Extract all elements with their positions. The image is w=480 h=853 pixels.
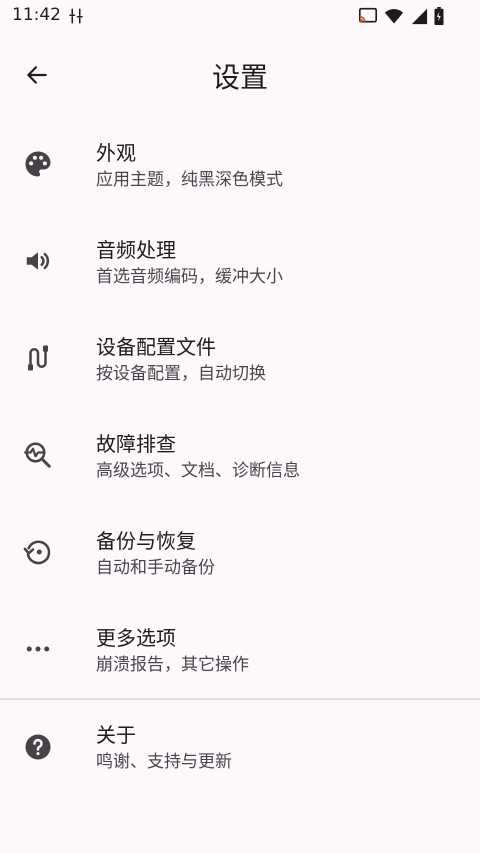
bottom-section: 关于 鸣谢、支持与更新 xyxy=(0,700,480,853)
item-title: 外观 xyxy=(96,141,136,165)
tune-icon xyxy=(67,7,85,25)
app-bar: 设置 xyxy=(0,40,480,112)
item-subtitle: 鸣谢、支持与更新 xyxy=(96,752,232,772)
palette-icon xyxy=(22,148,54,180)
device-profile-icon xyxy=(22,342,54,374)
item-title: 备份与恢复 xyxy=(96,529,196,553)
item-title: 关于 xyxy=(96,723,136,747)
item-title: 故障排查 xyxy=(96,432,176,456)
item-title: 音频处理 xyxy=(96,238,176,262)
settings-item-appearance[interactable]: 外观 应用主题，纯黑深色模式 xyxy=(0,116,480,212)
settings-item-device-profiles[interactable]: 设备配置文件 按设备配置，自动切换 xyxy=(0,310,480,406)
item-subtitle: 自动和手动备份 xyxy=(96,558,215,578)
item-title: 设备配置文件 xyxy=(96,335,216,359)
battery-icon xyxy=(434,7,444,25)
item-title: 更多选项 xyxy=(96,626,176,650)
item-subtitle: 按设备配置，自动切换 xyxy=(96,364,266,384)
wifi-icon xyxy=(384,7,404,25)
item-subtitle: 首选音频编码，缓冲大小 xyxy=(96,267,283,287)
item-subtitle: 崩溃报告，其它操作 xyxy=(96,655,249,675)
settings-item-audio[interactable]: 音频处理 首选音频编码，缓冲大小 xyxy=(0,213,480,309)
troubleshoot-icon xyxy=(22,439,54,471)
more-horiz-icon xyxy=(22,633,54,665)
item-subtitle: 高级选项、文档、诊断信息 xyxy=(96,461,300,481)
volume-icon xyxy=(22,245,54,277)
status-time: 11:42 xyxy=(12,5,61,25)
settings-item-troubleshooting[interactable]: 故障排查 高级选项、文档、诊断信息 xyxy=(0,407,480,503)
page-title: 设置 xyxy=(211,61,268,94)
cast-icon xyxy=(358,7,378,25)
settings-item-backup-restore[interactable]: 备份与恢复 自动和手动备份 xyxy=(0,504,480,600)
signal-icon xyxy=(410,7,428,25)
backup-restore-icon xyxy=(22,536,54,568)
item-subtitle: 应用主题，纯黑深色模式 xyxy=(96,170,283,190)
settings-item-more-options[interactable]: 更多选项 崩溃报告，其它操作 xyxy=(0,601,480,697)
help-icon xyxy=(22,731,54,763)
status-bar: 11:42 xyxy=(0,0,480,32)
settings-item-about[interactable]: 关于 鸣谢、支持与更新 xyxy=(0,700,480,796)
